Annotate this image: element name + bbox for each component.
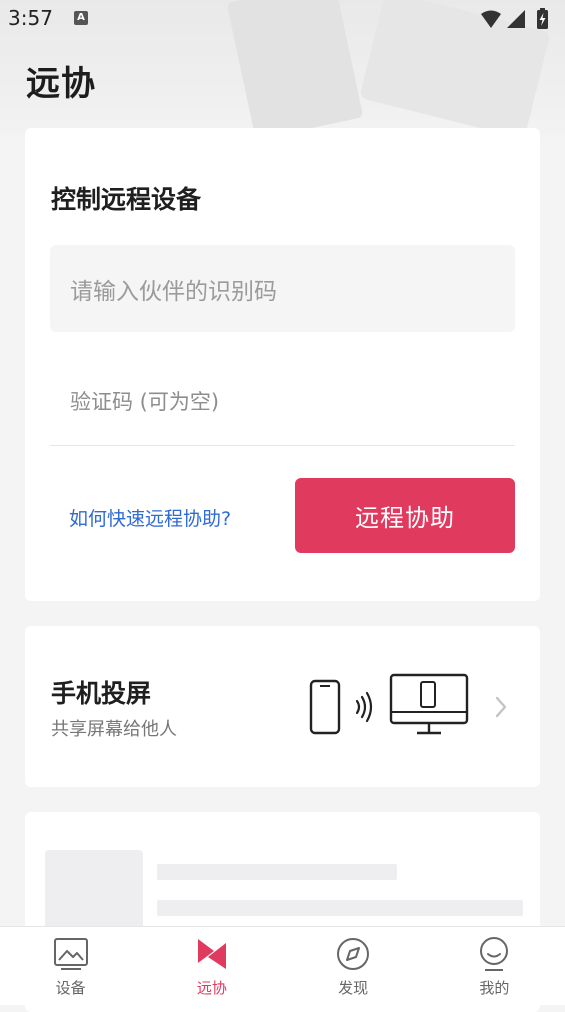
skeleton-line [157,900,523,916]
tab-label: 我的 [479,979,510,997]
page-title: 远协 [26,64,96,104]
remote-assist-icon [197,939,226,969]
image-icon [53,938,88,970]
tab-mine[interactable]: 我的 [424,927,565,1005]
tab-label: 设备 [55,979,86,997]
remote-assist-button[interactable]: 远程协助 [295,478,515,553]
verification-code-input[interactable]: 验证码 (可为空) [50,356,515,446]
tab-label: 发现 [338,979,369,997]
screencast-card[interactable]: 手机投屏 共享屏幕给他人 [25,626,540,787]
signal-waves-icon [355,691,373,723]
user-face-icon [480,937,509,971]
tab-devices[interactable]: 设备 [0,927,141,1005]
tab-discover[interactable]: 发现 [283,927,424,1005]
status-time: 3:57 [8,6,53,30]
help-link[interactable]: 如何快速远程协助? [69,504,231,531]
status-icons [481,8,548,29]
monitor-icon [389,673,469,735]
signal-icon [507,10,525,28]
notification-icon: A [74,11,88,25]
chevron-right-icon [495,696,507,718]
screencast-subtitle: 共享屏幕给他人 [51,719,177,740]
skeleton-line [157,864,397,880]
wifi-icon [481,10,501,28]
screencast-title: 手机投屏 [51,679,152,708]
partner-id-input[interactable]: 请输入伙伴的识别码 [50,245,515,332]
tab-label: 远协 [196,979,227,997]
phone-icon [309,679,341,735]
screencast-illustration [309,673,469,735]
tab-remote-assist[interactable]: 远协 [141,927,282,1005]
status-bar: 3:57 A [0,0,565,40]
compass-icon [337,938,370,970]
card-title: 控制远程设备 [51,185,202,214]
remote-control-card: 控制远程设备 请输入伙伴的识别码 验证码 (可为空) 如何快速远程协助? 远程协… [25,128,540,601]
bottom-tab-bar: 设备 远协 发现 我的 [0,926,565,1005]
